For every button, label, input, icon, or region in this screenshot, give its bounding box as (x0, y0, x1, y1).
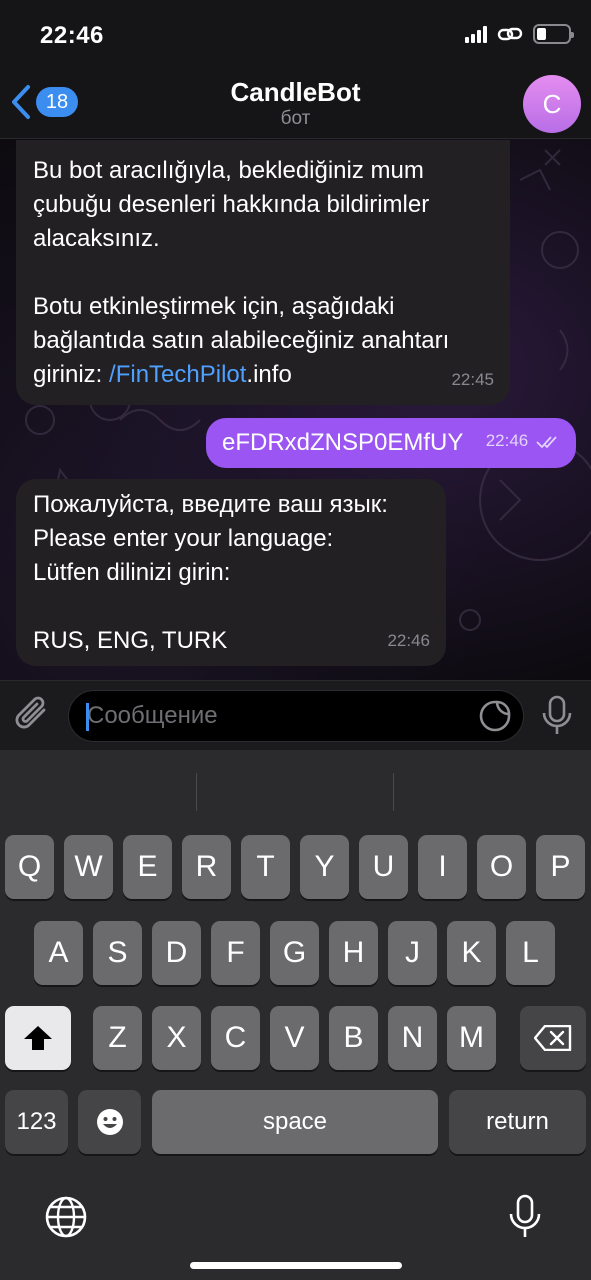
microphone-icon[interactable] (540, 695, 574, 737)
message-time: 22:46 (486, 424, 562, 458)
key-o[interactable]: O (477, 835, 526, 899)
key-a[interactable]: A (34, 921, 83, 985)
message-incoming-2[interactable]: Пожалуйста, введите ваш язык: Please ent… (16, 479, 446, 666)
chat-subtitle: бот (280, 108, 311, 129)
message-time: 22:45 (451, 370, 494, 389)
key-l[interactable]: L (506, 921, 555, 985)
shift-key[interactable] (5, 1006, 71, 1070)
message-time: 22:46 (387, 631, 430, 650)
suggestion-divider (196, 773, 197, 811)
backspace-key[interactable] (520, 1006, 586, 1070)
key-y[interactable]: Y (300, 835, 349, 899)
message-outgoing-1[interactable]: eFDRxdZNSP0EMfUY 22:46 (206, 418, 576, 468)
globe-icon[interactable] (44, 1195, 88, 1239)
message-text: Bu bot aracılığıyla, beklediğiniz mum çu… (33, 157, 450, 388)
key-u[interactable]: U (359, 835, 408, 899)
key-j[interactable]: J (388, 921, 437, 985)
suggestion-divider (393, 773, 394, 811)
text-caret (86, 703, 89, 731)
emoji-icon (96, 1109, 123, 1135)
key-k[interactable]: K (447, 921, 496, 985)
cellular-signal-icon (465, 25, 487, 43)
chat-header: 22:46 18 CandleBot бот C (0, 0, 591, 139)
key-m[interactable]: M (447, 1006, 496, 1070)
message-link[interactable]: /FinTechPilot (109, 361, 246, 388)
key-h[interactable]: H (329, 921, 378, 985)
message-composer (0, 680, 591, 750)
shift-icon (24, 1026, 52, 1050)
numbers-key[interactable]: 123 (5, 1090, 68, 1154)
key-c[interactable]: C (211, 1006, 260, 1070)
key-s[interactable]: S (93, 921, 142, 985)
key-q[interactable]: Q (5, 835, 54, 899)
sticker-icon[interactable] (478, 699, 512, 733)
status-icons (465, 24, 574, 44)
key-i[interactable]: I (418, 835, 467, 899)
chat-title[interactable]: CandleBot (0, 77, 591, 108)
key-b[interactable]: B (329, 1006, 378, 1070)
paperclip-icon[interactable] (14, 694, 52, 736)
battery-icon (533, 24, 574, 44)
key-f[interactable]: F (211, 921, 260, 985)
key-z[interactable]: Z (93, 1006, 142, 1070)
key-g[interactable]: G (270, 921, 319, 985)
home-indicator[interactable] (190, 1262, 402, 1269)
key-r[interactable]: R (182, 835, 231, 899)
key-w[interactable]: W (64, 835, 113, 899)
status-time: 22:46 (40, 22, 104, 49)
key-d[interactable]: D (152, 921, 201, 985)
return-key[interactable]: return (449, 1090, 586, 1154)
avatar[interactable]: C (523, 75, 581, 133)
key-v[interactable]: V (270, 1006, 319, 1070)
read-checkmarks-icon (536, 435, 557, 448)
message-text: eFDRxdZNSP0EMfUY (222, 429, 464, 456)
key-x[interactable]: X (152, 1006, 201, 1070)
key-n[interactable]: N (388, 1006, 437, 1070)
key-t[interactable]: T (241, 835, 290, 899)
keyboard: Q W E R T Y U I O P A S D F G H J K L Z … (0, 750, 591, 1280)
space-key[interactable]: space (152, 1090, 438, 1154)
message-text: Пожалуйста, введите ваш язык: Please ent… (33, 491, 388, 654)
message-input[interactable] (68, 690, 524, 742)
emoji-key[interactable] (78, 1090, 141, 1154)
backspace-icon (533, 1024, 572, 1052)
link-icon (497, 27, 523, 41)
key-e[interactable]: E (123, 835, 172, 899)
key-p[interactable]: P (536, 835, 585, 899)
dictation-microphone-icon[interactable] (508, 1194, 542, 1240)
message-incoming-1[interactable]: Bu bot aracılığıyla, beklediğiniz mum çu… (16, 140, 510, 405)
